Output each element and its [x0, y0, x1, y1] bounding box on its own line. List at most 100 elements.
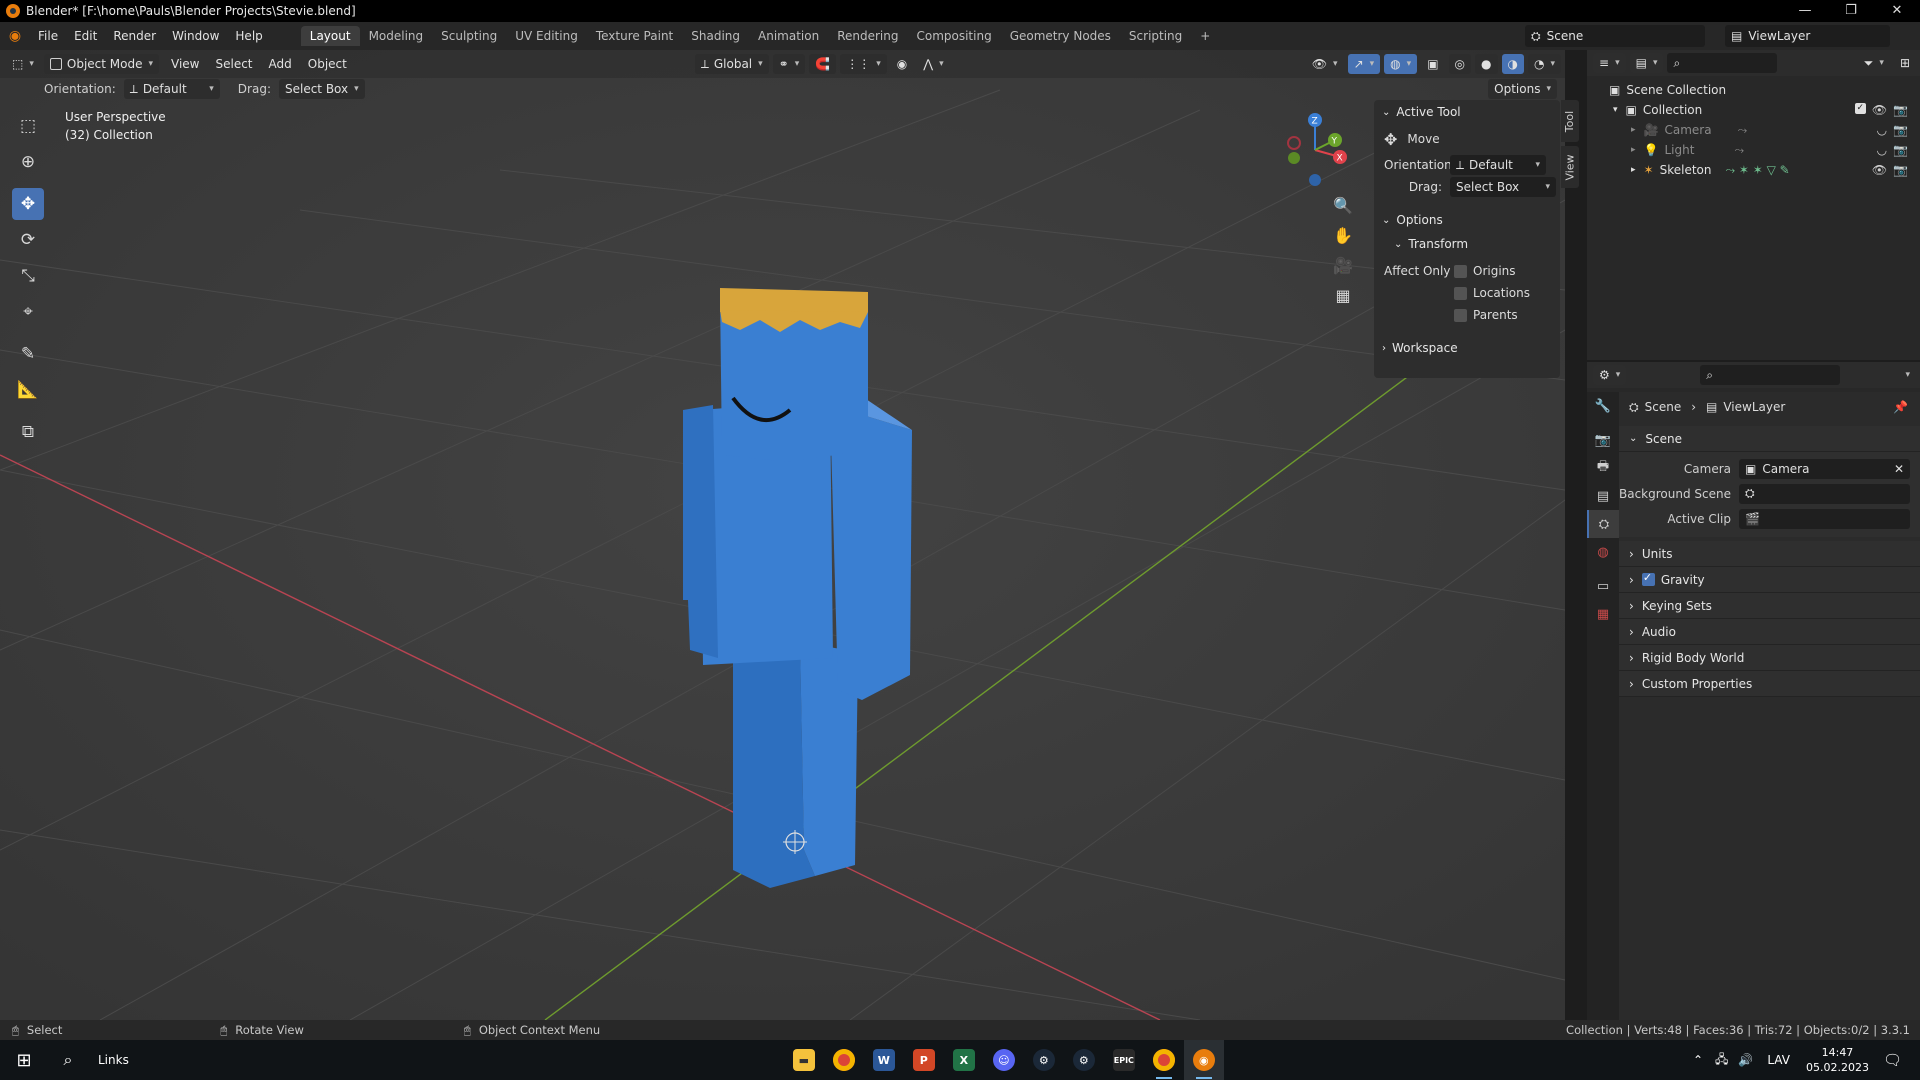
powerpoint-icon[interactable]: P — [904, 1040, 944, 1080]
scene-properties-tab-icon[interactable]: ⛭ — [1587, 510, 1619, 538]
np-drag-dropdown[interactable]: Select Box ▾ — [1450, 177, 1556, 197]
units-section-header[interactable]: › Units — [1619, 541, 1920, 567]
chevron-up-icon[interactable]: ⌃ — [1693, 1053, 1703, 1067]
active-tool-header[interactable]: ⌄ Active Tool — [1374, 100, 1560, 124]
outliner-item-skeleton[interactable]: ▸ ✶ Skeleton ⤳ ✶ ✶ ▽ ✎ 👁 📷 — [1587, 160, 1920, 180]
menu-window[interactable]: Window — [164, 29, 227, 43]
blender-icon[interactable]: ◉ — [1183, 1040, 1224, 1080]
scene-section-header[interactable]: ⌄ Scene — [1619, 426, 1920, 452]
active-tool-row[interactable]: ✥ Move — [1374, 124, 1560, 154]
notifications-icon[interactable]: 🗨 — [1883, 1051, 1902, 1069]
pan-hand-icon[interactable]: ✋ — [1330, 222, 1356, 248]
transform-tool-icon[interactable]: ⌖ — [12, 296, 44, 328]
gravity-section-header[interactable]: › Gravity — [1619, 567, 1920, 593]
scene-selector[interactable]: ⛭ Scene — [1525, 25, 1705, 47]
add-cube-tool-icon[interactable]: ⧉ — [12, 416, 44, 448]
output-properties-tab-icon[interactable]: 🖶 — [1587, 454, 1619, 482]
taskbar-search-label[interactable]: Links — [98, 1053, 129, 1067]
tab-geometry-nodes[interactable]: Geometry Nodes — [1001, 26, 1120, 46]
windows-start-button[interactable]: ⊞ — [0, 1040, 48, 1080]
pivot-point-button[interactable]: ⚭ ▾ — [772, 54, 806, 74]
exclude-checkbox[interactable]: ✓ — [1854, 103, 1866, 114]
hidden-eye-icon[interactable]: ◡ — [1877, 143, 1887, 157]
gravity-checkbox[interactable] — [1641, 571, 1655, 586]
move-tool-icon[interactable]: ✥ — [12, 188, 44, 220]
vp-menu-object[interactable]: Object — [300, 57, 355, 71]
eye-icon[interactable]: 👁 — [1872, 103, 1887, 117]
transform-subheader[interactable]: ⌄ Transform — [1374, 232, 1560, 256]
tab-modeling[interactable]: Modeling — [360, 26, 433, 46]
menu-file[interactable]: File — [30, 29, 66, 43]
tab-animation[interactable]: Animation — [749, 26, 828, 46]
select-box-tool-icon[interactable]: ⬚ — [12, 110, 44, 142]
outliner-editor-type-button[interactable]: ≡ ▾ — [1593, 53, 1626, 73]
camera-render-icon[interactable]: 📷 — [1893, 123, 1908, 137]
options-dropdown[interactable]: Options ▾ — [1488, 79, 1557, 99]
tab-tool[interactable]: Tool — [1561, 100, 1579, 142]
proportional-edit-button[interactable]: ◉ — [891, 54, 913, 74]
chrome-icon-2[interactable] — [1144, 1040, 1184, 1080]
add-workspace-button[interactable]: + — [1191, 26, 1219, 46]
excel-icon[interactable]: X — [944, 1040, 984, 1080]
camera-render-icon[interactable]: 📷 — [1893, 103, 1908, 117]
properties-editor-type-button[interactable]: ⚙ ▾ — [1593, 365, 1627, 385]
falloff-button[interactable]: ⋀ ▾ — [917, 54, 949, 74]
wireframe-shading-button[interactable]: ◎ — [1448, 54, 1472, 74]
render-properties-tab-icon[interactable]: 📷 — [1587, 426, 1619, 454]
snap-settings-button[interactable]: ⋮⋮ ▾ — [840, 54, 887, 74]
solid-shading-button[interactable]: ● — [1475, 54, 1498, 74]
word-icon[interactable]: W — [864, 1040, 904, 1080]
pin-icon[interactable]: 📌 — [1893, 400, 1908, 414]
camera-field[interactable]: ▣ Camera ✕ — [1739, 458, 1910, 479]
filter-icon[interactable]: ⏷ ▾ — [1858, 53, 1890, 73]
maximize-button[interactable]: ❐ — [1828, 0, 1874, 22]
chrome-icon[interactable] — [824, 1040, 864, 1080]
discord-icon[interactable]: ☺ — [984, 1040, 1024, 1080]
camera-render-icon[interactable]: 📷 — [1893, 163, 1908, 177]
material-shading-button[interactable]: ◑ — [1501, 54, 1524, 74]
rendered-shading-button[interactable]: ◔ ▾ — [1527, 54, 1561, 74]
rigid-body-world-section-header[interactable]: › Rigid Body World — [1619, 645, 1920, 671]
tab-texture-paint[interactable]: Texture Paint — [587, 26, 682, 46]
tab-view[interactable]: View — [1561, 146, 1579, 188]
cursor-tool-icon[interactable]: ⊕ — [12, 146, 44, 178]
orientation-dropdown[interactable]: ⟂ Default ▾ — [123, 79, 220, 99]
blender-menu-icon[interactable]: ◉ — [0, 28, 30, 44]
properties-search-input[interactable]: ⌕ — [1700, 365, 1841, 385]
search-button[interactable]: ⌕ — [48, 1040, 88, 1080]
tab-layout[interactable]: Layout — [300, 26, 360, 46]
minimize-button[interactable]: — — [1782, 0, 1828, 22]
editor-type-button[interactable]: ⬚ ▾ — [6, 54, 40, 74]
menu-render[interactable]: Render — [105, 29, 164, 43]
perspective-grid-icon[interactable]: ▦ — [1330, 282, 1356, 308]
drag-dropdown[interactable]: Select Box ▾ — [278, 79, 365, 99]
scene-collection-row[interactable]: ▣ Scene Collection — [1587, 80, 1920, 100]
np-orientation-dropdown[interactable]: ⟂ Default ▾ — [1450, 155, 1546, 175]
close-button[interactable]: ✕ — [1874, 0, 1920, 22]
camera-render-icon[interactable]: 📷 — [1893, 143, 1908, 157]
outliner-item-light[interactable]: ▸ 💡 Light ⤳ ◡ 📷 — [1587, 140, 1920, 160]
neg-z-handle[interactable] — [1309, 174, 1321, 186]
view-layer-tab-icon[interactable]: ▤ — [1587, 482, 1619, 510]
transform-orientation-dropdown[interactable]: ⟂ Global ▾ — [694, 54, 769, 74]
neg-x-handle[interactable] — [1287, 136, 1301, 150]
active-clip-field[interactable]: 🎬 — [1739, 508, 1910, 529]
steam-icon[interactable]: ⚙ — [1024, 1040, 1064, 1080]
camera-view-icon[interactable]: 🎥 — [1330, 252, 1356, 278]
visibility-selectability-button[interactable]: 👁 ▾ — [1306, 54, 1344, 74]
gizmo-toggle-button[interactable]: ↗ ▾ — [1347, 54, 1381, 74]
outliner-search-input[interactable]: ⌕ — [1667, 53, 1778, 73]
outliner-item-camera[interactable]: ▸ 🎥 Camera ⤳ ◡ 📷 — [1587, 120, 1920, 140]
measure-tool-icon[interactable]: 📐 — [12, 374, 44, 406]
chevron-down-icon[interactable]: ▾ — [1905, 370, 1910, 380]
collection-row[interactable]: ▾ ▣ Collection ✓ 👁 📷 — [1587, 100, 1920, 120]
clock[interactable]: 14:47 05.02.2023 — [1806, 1045, 1869, 1075]
file-explorer-icon[interactable]: ▬ — [784, 1040, 824, 1080]
tool-properties-tab-icon[interactable]: 🔧 — [1587, 392, 1619, 420]
mode-dropdown[interactable]: Object Mode ▾ — [43, 54, 159, 74]
language-indicator[interactable]: LAV — [1767, 1053, 1790, 1067]
new-collection-icon[interactable]: ⊞ — [1894, 53, 1916, 73]
keying-sets-section-header[interactable]: › Keying Sets — [1619, 593, 1920, 619]
texture-properties-tab-icon[interactable]: ▦ — [1587, 600, 1619, 628]
tab-rendering[interactable]: Rendering — [828, 26, 907, 46]
